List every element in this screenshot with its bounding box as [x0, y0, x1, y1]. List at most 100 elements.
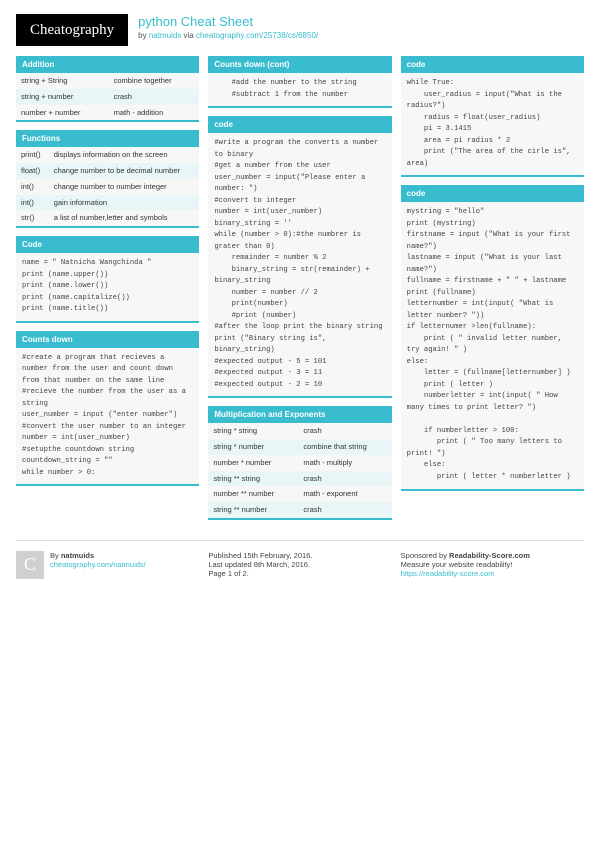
- table-row: string * numbercombine that string: [208, 439, 391, 455]
- table-row: string * stringcrash: [208, 423, 391, 439]
- header: Cheatography python Cheat Sheet by natmu…: [16, 14, 584, 46]
- table-cell: crash: [109, 89, 200, 105]
- section-body: #write a program the converts a number t…: [208, 133, 391, 398]
- section-block: codemystring = "hello" print (mystring) …: [401, 185, 584, 490]
- table-row: number + numbermath - addition: [16, 105, 199, 121]
- table-cell: gain information: [49, 195, 200, 211]
- table-cell: string + number: [16, 89, 109, 105]
- section-header: Functions: [16, 130, 199, 147]
- section-block: codewhile True: user_radius = input("Wha…: [401, 56, 584, 177]
- footer-author-name: natmuids: [61, 551, 94, 560]
- table-cell: print(): [16, 147, 49, 163]
- code-block: #add the number to the string #subtract …: [208, 73, 391, 106]
- table-row: string ** stringcrash: [208, 471, 391, 487]
- content-columns: Additionstring + Stringcombine togethers…: [16, 56, 584, 528]
- section-block: Counts down#create a program that reciev…: [16, 331, 199, 487]
- byline-by: by: [138, 31, 149, 40]
- table-row: print()displays information on the scree…: [16, 147, 199, 163]
- footer-sponsor: Sponsored by Readability-Score.com Measu…: [401, 551, 584, 579]
- footer-author: C By natmuids cheatography.com/natmuids/: [16, 551, 199, 579]
- column-2: Counts down (cont) #add the number to th…: [208, 56, 391, 528]
- table-cell: string ** string: [208, 471, 298, 487]
- section-block: code#write a program the converts a numb…: [208, 116, 391, 398]
- footer-author-link[interactable]: cheatography.com/natmuids/: [50, 560, 146, 569]
- table-cell: crash: [298, 471, 391, 487]
- page-number: Page 1 of 2.: [208, 569, 391, 578]
- table-cell: number + number: [16, 105, 109, 121]
- table-row: string + numbercrash: [16, 89, 199, 105]
- table-cell: string + String: [16, 73, 109, 89]
- table-cell: number ** number: [208, 486, 298, 502]
- table-row: string ** numbercrash: [208, 502, 391, 518]
- table-cell: change number to be decimal number: [49, 163, 200, 179]
- site-logo: Cheatography: [16, 14, 128, 46]
- table-cell: str(): [16, 210, 49, 226]
- section-header: code: [401, 56, 584, 73]
- table-cell: change number to number integer: [49, 179, 200, 195]
- table-row: int()change number to number integer: [16, 179, 199, 195]
- footer-by: By: [50, 551, 61, 560]
- section-body: print()displays information on the scree…: [16, 147, 199, 228]
- footer: C By natmuids cheatography.com/natmuids/…: [16, 540, 584, 579]
- section-header: Counts down (cont): [208, 56, 391, 73]
- table-cell: math - exponent: [298, 486, 391, 502]
- byline-via: via: [181, 31, 196, 40]
- table-cell: string * string: [208, 423, 298, 439]
- section-body: #add the number to the string #subtract …: [208, 73, 391, 108]
- section-body: string + Stringcombine togetherstring + …: [16, 73, 199, 122]
- table-cell: displays information on the screen: [49, 147, 200, 163]
- section-header: Counts down: [16, 331, 199, 348]
- section-header: Multiplication and Exponents: [208, 406, 391, 423]
- table-cell: a list of number,letter and symbols: [49, 210, 200, 226]
- sponsor-name: Readability-Score.com: [449, 551, 530, 560]
- code-block: name = " Natnicha Wangchinda " print (na…: [16, 253, 199, 321]
- data-table: string * stringcrashstring * numbercombi…: [208, 423, 391, 518]
- avatar: C: [16, 551, 44, 579]
- source-link[interactable]: cheatography.com/25738/cs/6850/: [196, 31, 318, 40]
- table-cell: number * number: [208, 455, 298, 471]
- author-link[interactable]: natmuids: [149, 31, 181, 40]
- column-3: codewhile True: user_radius = input("Wha…: [401, 56, 584, 528]
- section-block: Multiplication and Exponentsstring * str…: [208, 406, 391, 520]
- sponsor-tagline: Measure your website readability!: [401, 560, 584, 569]
- table-cell: math - multiply: [298, 455, 391, 471]
- code-block: while True: user_radius = input("What is…: [401, 73, 584, 175]
- table-cell: math - addition: [109, 105, 200, 121]
- table-cell: combine together: [109, 73, 200, 89]
- table-cell: float(): [16, 163, 49, 179]
- table-row: float()change number to be decimal numbe…: [16, 163, 199, 179]
- section-body: while True: user_radius = input("What is…: [401, 73, 584, 177]
- byline: by natmuids via cheatography.com/25738/c…: [138, 31, 584, 40]
- section-body: name = " Natnicha Wangchinda " print (na…: [16, 253, 199, 323]
- table-cell: crash: [298, 423, 391, 439]
- table-cell: int(): [16, 195, 49, 211]
- published-date: Published 15th February, 2016.: [208, 551, 391, 560]
- section-body: #create a program that recieves a number…: [16, 348, 199, 487]
- code-block: mystring = "hello" print (mystring) firs…: [401, 202, 584, 488]
- section-header: Code: [16, 236, 199, 253]
- data-table: print()displays information on the scree…: [16, 147, 199, 226]
- section-body: mystring = "hello" print (mystring) firs…: [401, 202, 584, 490]
- table-cell: string ** number: [208, 502, 298, 518]
- footer-meta: Published 15th February, 2016. Last upda…: [208, 551, 391, 579]
- table-cell: string * number: [208, 439, 298, 455]
- sponsor-link[interactable]: https://readability-score.com: [401, 569, 495, 578]
- updated-date: Last updated 8th March, 2016.: [208, 560, 391, 569]
- data-table: string + Stringcombine togetherstring + …: [16, 73, 199, 120]
- section-block: Codename = " Natnicha Wangchinda " print…: [16, 236, 199, 323]
- code-block: #write a program the converts a number t…: [208, 133, 391, 396]
- table-row: string + Stringcombine together: [16, 73, 199, 89]
- table-row: str()a list of number,letter and symbols: [16, 210, 199, 226]
- table-row: number ** numbermath - exponent: [208, 486, 391, 502]
- section-header: code: [208, 116, 391, 133]
- section-block: Additionstring + Stringcombine togethers…: [16, 56, 199, 122]
- section-header: Addition: [16, 56, 199, 73]
- section-block: Functionsprint()displays information on …: [16, 130, 199, 228]
- table-row: number * numbermath - multiply: [208, 455, 391, 471]
- section-header: code: [401, 185, 584, 202]
- column-1: Additionstring + Stringcombine togethers…: [16, 56, 199, 528]
- page-title: python Cheat Sheet: [138, 14, 584, 29]
- section-body: string * stringcrashstring * numbercombi…: [208, 423, 391, 520]
- table-cell: int(): [16, 179, 49, 195]
- table-row: int()gain information: [16, 195, 199, 211]
